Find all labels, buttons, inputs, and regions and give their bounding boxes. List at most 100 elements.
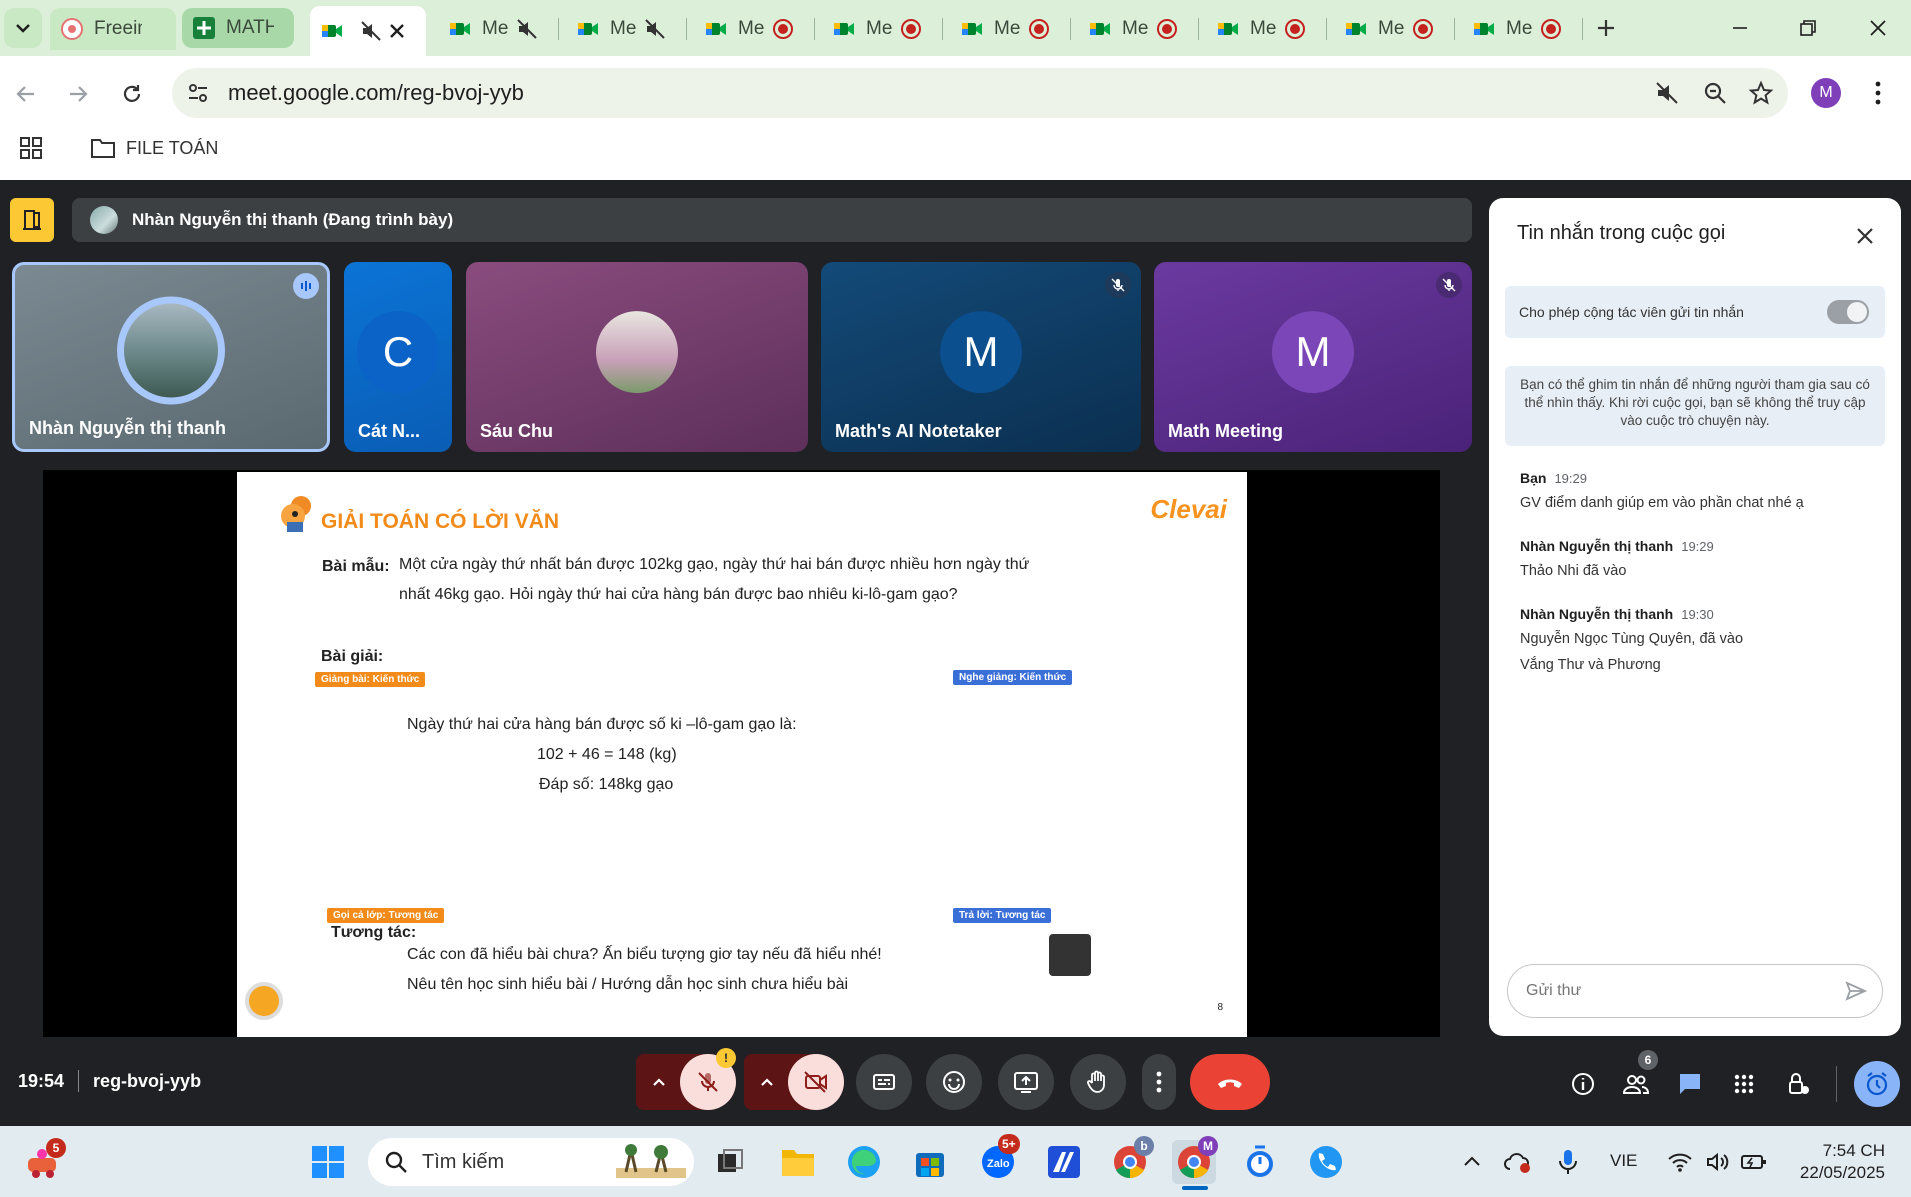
emoji-button[interactable] bbox=[926, 1054, 982, 1110]
wifi-icon bbox=[1668, 1153, 1692, 1172]
mic-options-button[interactable] bbox=[636, 1054, 682, 1110]
present-screen-button[interactable] bbox=[998, 1054, 1054, 1110]
more-options-button[interactable] bbox=[1142, 1054, 1176, 1110]
zoom-icon[interactable] bbox=[1702, 80, 1728, 106]
participant-name: Sáu Chu bbox=[480, 421, 554, 441]
participant-tile-math-meeting[interactable]: M Math Meeting bbox=[1154, 262, 1472, 452]
presenting-banner: Nhàn Nguyễn thị thanh (Đang trình bày) bbox=[72, 198, 1472, 242]
tab-muted-icon[interactable] bbox=[360, 20, 382, 42]
show-hidden-icons-button[interactable] bbox=[1450, 1140, 1494, 1184]
input-language[interactable]: VIE bbox=[1610, 1151, 1637, 1171]
sample-label: Bài mẫu: bbox=[322, 558, 390, 575]
leave-call-button[interactable] bbox=[1190, 1054, 1270, 1110]
raise-hand-button[interactable] bbox=[1070, 1054, 1126, 1110]
people-button[interactable]: 6 bbox=[1616, 1050, 1658, 1104]
tab-search-button[interactable] bbox=[4, 8, 42, 48]
tab-meet-3[interactable]: Me bbox=[438, 8, 556, 50]
minimize-button[interactable] bbox=[1720, 12, 1760, 44]
tab-close-icon[interactable] bbox=[388, 22, 406, 40]
notification-badge: 5 bbox=[46, 1138, 66, 1158]
interaction-line: Các con đã hiểu bài chưa? Ấn biểu tượng … bbox=[407, 946, 882, 963]
start-button[interactable] bbox=[306, 1140, 350, 1184]
tab-meet-7[interactable]: Me bbox=[950, 8, 1068, 50]
tab-muted-icon[interactable] bbox=[1654, 80, 1680, 106]
forward-button[interactable] bbox=[58, 74, 98, 114]
taskbar-app-game[interactable]: 5 bbox=[20, 1138, 66, 1184]
mic-off-icon bbox=[698, 1072, 718, 1092]
tab-meet-10[interactable]: Me bbox=[1334, 8, 1452, 50]
reload-button[interactable] bbox=[112, 74, 152, 114]
tab-meet-6[interactable]: Me bbox=[822, 8, 940, 50]
close-window-button[interactable] bbox=[1858, 12, 1898, 44]
tab-muted-icon[interactable] bbox=[644, 18, 666, 40]
address-bar[interactable]: meet.google.com/reg-bvoj-yyb bbox=[172, 68, 1788, 118]
chrome-profile-m-button[interactable]: M bbox=[1172, 1136, 1218, 1184]
taskbar-clock[interactable]: 7:54 CH 22/05/2025 bbox=[1800, 1140, 1885, 1184]
apps-grid-icon[interactable] bbox=[20, 137, 42, 159]
meeting-info: 19:54 reg-bvoj-yyb bbox=[18, 1070, 201, 1092]
avatar: M bbox=[940, 311, 1022, 394]
timer-extension-button[interactable] bbox=[1854, 1061, 1900, 1107]
math-app-button[interactable] bbox=[1042, 1140, 1086, 1184]
listening-tag: Nghe giảng: Kiến thức bbox=[953, 670, 1073, 685]
activities-button[interactable] bbox=[10, 198, 54, 242]
battery-tray-button[interactable] bbox=[1732, 1140, 1776, 1184]
profile-avatar[interactable]: M bbox=[1811, 78, 1841, 108]
avatar-initial: M bbox=[963, 328, 999, 376]
zalo-button[interactable]: Zalo 5+ bbox=[976, 1134, 1020, 1184]
restore-button[interactable] bbox=[1788, 12, 1828, 44]
meet-logo-icon bbox=[1346, 23, 1366, 35]
host-controls-button[interactable] bbox=[1778, 1064, 1818, 1104]
browser-menu-button[interactable] bbox=[1866, 78, 1890, 113]
tab-math-sheet[interactable]: MATH_ bbox=[182, 8, 294, 48]
tab-meet-9[interactable]: Me bbox=[1206, 8, 1324, 50]
chat-input[interactable] bbox=[1526, 982, 1826, 1000]
participant-tile-nhan[interactable]: Nhàn Nguyễn thị thanh bbox=[12, 262, 330, 452]
taskbar-search[interactable]: Tìm kiếm bbox=[368, 1138, 694, 1186]
toggle-knob bbox=[1847, 302, 1867, 322]
chat-button[interactable] bbox=[1670, 1064, 1710, 1104]
bookmark-star-icon[interactable] bbox=[1748, 80, 1774, 106]
back-button[interactable] bbox=[6, 74, 46, 114]
chrome-profile-b-button[interactable]: b bbox=[1108, 1136, 1154, 1184]
camera-options-button[interactable] bbox=[744, 1054, 790, 1110]
participant-tile-sau-chu[interactable]: Sáu Chu bbox=[466, 262, 808, 452]
timer-app-button[interactable] bbox=[1238, 1140, 1282, 1184]
close-icon bbox=[1857, 228, 1873, 244]
tab-meet-11[interactable]: Me bbox=[1462, 8, 1580, 50]
arrow-left-icon bbox=[16, 86, 34, 102]
participant-tile-notetaker[interactable]: M Math's AI Notetaker bbox=[821, 262, 1141, 452]
microphone-tray-button[interactable] bbox=[1546, 1140, 1590, 1184]
allow-messages-toggle[interactable] bbox=[1827, 300, 1869, 324]
restore-icon bbox=[1800, 20, 1816, 36]
kebab-menu-icon bbox=[1156, 1071, 1162, 1093]
activities-apps-button[interactable] bbox=[1724, 1064, 1764, 1104]
tab-muted-icon[interactable] bbox=[516, 18, 538, 40]
tab-separator bbox=[814, 18, 815, 40]
hang-up-icon bbox=[1218, 1079, 1242, 1088]
tab-freeimage[interactable]: Freeima bbox=[50, 8, 176, 50]
task-view-button[interactable] bbox=[708, 1140, 752, 1184]
phone-app-button[interactable] bbox=[1304, 1140, 1348, 1184]
meeting-details-button[interactable] bbox=[1563, 1064, 1603, 1104]
onedrive-status-button[interactable] bbox=[1496, 1140, 1540, 1184]
new-tab-button[interactable] bbox=[1586, 12, 1626, 44]
message-time: 19:29 bbox=[1554, 471, 1587, 486]
tab-meet-8[interactable]: Me bbox=[1078, 8, 1196, 50]
url-text: meet.google.com/reg-bvoj-yyb bbox=[228, 80, 524, 105]
captions-button[interactable] bbox=[856, 1054, 912, 1110]
close-chat-button[interactable] bbox=[1851, 222, 1879, 250]
lock-person-icon bbox=[1789, 1073, 1809, 1094]
participant-tile-cat[interactable]: C Cát N... bbox=[344, 262, 452, 452]
file-explorer-button[interactable] bbox=[776, 1140, 820, 1184]
tab-meet-5[interactable]: Me bbox=[694, 8, 812, 50]
tab-label: Me bbox=[610, 18, 637, 39]
send-icon[interactable] bbox=[1844, 979, 1868, 1003]
microsoft-store-button[interactable] bbox=[908, 1140, 952, 1184]
tab-meet-4[interactable]: Me bbox=[566, 8, 684, 50]
site-settings-icon[interactable] bbox=[186, 81, 210, 105]
camera-toggle-button[interactable] bbox=[788, 1054, 844, 1110]
tab-meet-active[interactable] bbox=[310, 6, 426, 56]
bookmark-folder-file-toan[interactable]: FILE TOÁN bbox=[90, 137, 218, 159]
edge-browser-button[interactable] bbox=[842, 1140, 886, 1184]
